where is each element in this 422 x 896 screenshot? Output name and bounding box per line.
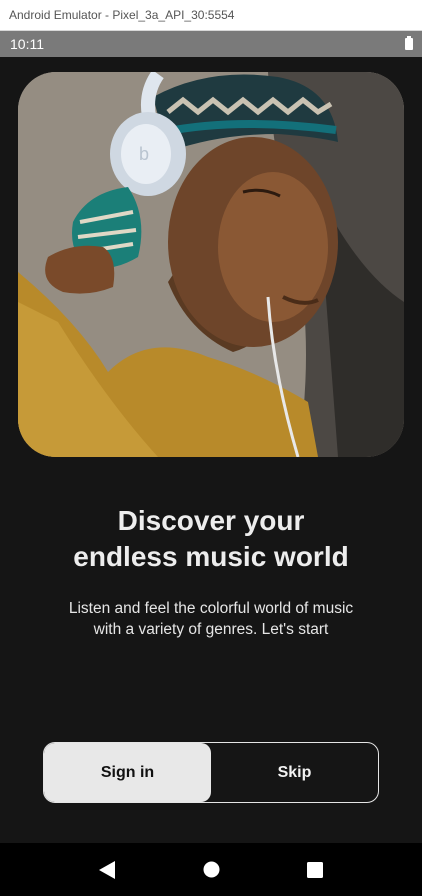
device-screen: 10:11 b Discover your endless music worl…: [0, 31, 422, 896]
recents-icon: [307, 861, 323, 878]
auth-button-group: Sign in Skip: [43, 742, 379, 803]
headline-line-1: Discover your: [117, 505, 305, 536]
sign-in-button[interactable]: Sign in: [44, 743, 211, 802]
skip-button[interactable]: Skip: [211, 743, 378, 802]
subtitle-line-2: with a variety of genres. Let's start: [93, 621, 329, 638]
back-icon: [99, 860, 115, 879]
onboarding-subtitle: Listen and feel the colorful world of mu…: [0, 598, 422, 640]
home-icon: [203, 861, 219, 878]
headline-line-2: endless music world: [73, 541, 349, 572]
recents-button[interactable]: [295, 850, 335, 890]
battery-icon: [405, 36, 413, 50]
onboarding-headline: Discover your endless music world: [0, 503, 422, 575]
svg-text:b: b: [139, 144, 149, 164]
system-nav-bar: [0, 843, 422, 896]
back-button[interactable]: [87, 850, 127, 890]
emulator-titlebar: Android Emulator - Pixel_3a_API_30:5554: [0, 0, 422, 31]
hero-image: b: [18, 72, 404, 457]
subtitle-line-1: Listen and feel the colorful world of mu…: [68, 600, 354, 617]
status-time: 10:11: [10, 36, 44, 52]
status-bar: 10:11: [0, 31, 422, 57]
hero-photo-illustration: b: [18, 72, 404, 457]
home-button[interactable]: [191, 850, 231, 890]
window-title: Android Emulator - Pixel_3a_API_30:5554: [9, 8, 235, 22]
